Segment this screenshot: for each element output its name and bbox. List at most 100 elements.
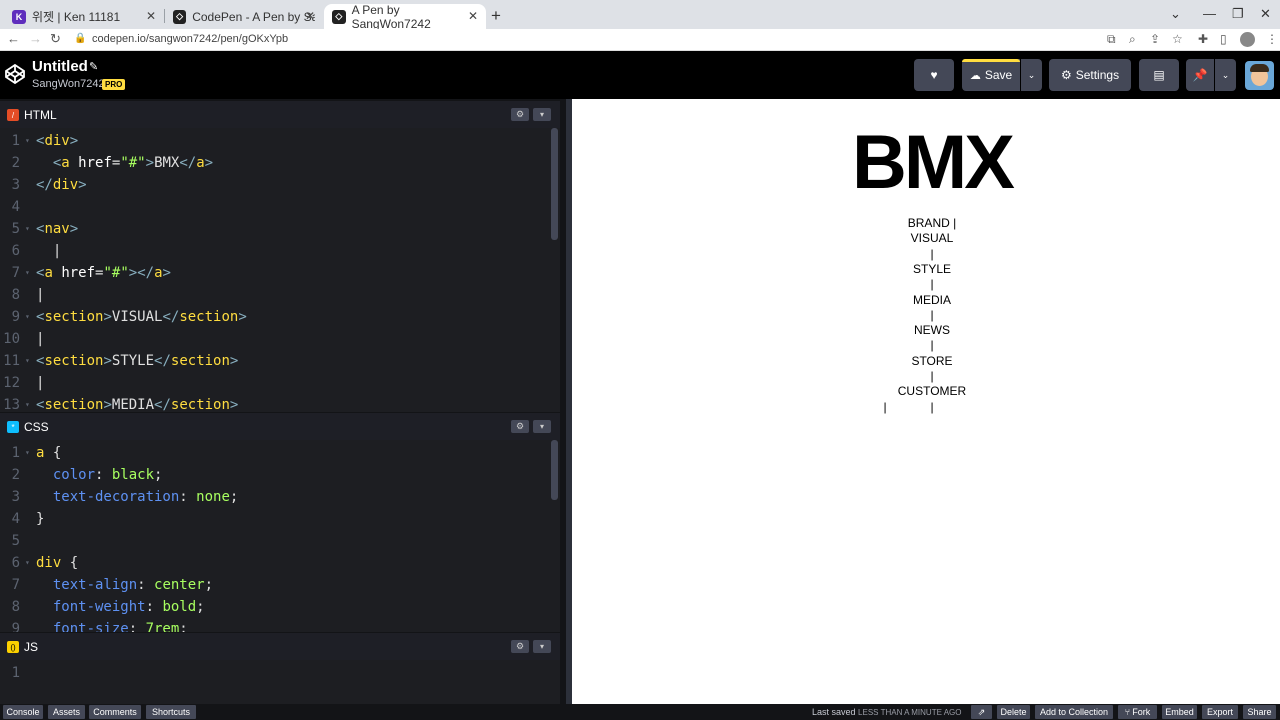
preview-nav-link[interactable]: CUSTOMER [572, 384, 1280, 398]
new-tab-button[interactable]: + [491, 6, 501, 26]
code-line[interactable]: 1 ▾ a { [0, 442, 548, 464]
back-icon[interactable]: ← [7, 31, 20, 46]
translate-icon[interactable]: ⧉ [1107, 32, 1116, 47]
edit-pencil-icon[interactable]: ✎ [89, 60, 98, 73]
zoom-icon[interactable]: ⌕ [1129, 32, 1136, 47]
tab-title: 위젯 | Ken 11181 [32, 10, 121, 24]
code-line[interactable]: 4 [0, 196, 548, 218]
export-button[interactable]: Export [1202, 705, 1238, 719]
add-to-collection-button[interactable]: Add to Collection [1035, 705, 1113, 719]
pen-title[interactable]: Untitled [32, 58, 88, 75]
restore-icon[interactable]: ❐ [1232, 6, 1244, 22]
save-button[interactable]: ☁ Save [962, 59, 1020, 91]
code-line[interactable]: 3 </div> [0, 174, 548, 196]
change-view-button[interactable]: ▤ [1139, 59, 1179, 91]
line-number: 7 [11, 577, 20, 593]
close-icon[interactable]: ✕ [305, 9, 315, 23]
code-line[interactable]: 8 font-weight: bold; [0, 596, 548, 618]
fold-arrow-icon[interactable]: ▾ [25, 130, 30, 152]
code-line[interactable]: 8 | [0, 284, 548, 306]
chevron-down-icon[interactable]: ▾ [533, 420, 551, 433]
delete-button[interactable]: Delete [997, 705, 1030, 719]
html-editor[interactable]: 1 ▾ <div> 2 <a href="#">BMX</a> 3 </div> 4 5 ▾ <n… [0, 128, 560, 412]
code-line[interactable]: 11 ▾ <section>STYLE</section> [0, 350, 548, 372]
editor-scrollbar[interactable] [551, 440, 558, 500]
minimize-icon[interactable]: — [1203, 6, 1216, 21]
code-line[interactable]: 13 ▾ <section>MEDIA</section> [0, 394, 548, 412]
preview-nav-link[interactable]: STYLE [572, 262, 1280, 276]
fold-arrow-icon[interactable]: ▾ [25, 394, 30, 412]
window-close-icon[interactable]: ✕ [1260, 6, 1271, 22]
tab-search-icon[interactable]: ⌄ [1170, 6, 1181, 22]
share-button[interactable]: Share [1243, 705, 1276, 719]
css-settings-gear-icon[interactable]: ⚙ [511, 420, 529, 433]
preview-nav-link[interactable]: MEDIA [572, 293, 1280, 307]
menu-icon[interactable]: ⋮ [1266, 32, 1278, 46]
code-line[interactable]: 5 [0, 530, 548, 552]
js-settings-gear-icon[interactable]: ⚙ [511, 640, 529, 653]
fold-arrow-icon[interactable]: ▾ [25, 306, 30, 328]
console-button[interactable]: Console [3, 705, 43, 719]
code-line[interactable]: 7 ▾ <a href="#"></a> [0, 262, 548, 284]
fold-arrow-icon[interactable]: ▾ [25, 262, 30, 284]
code-line[interactable]: 9 font-size: 7rem; [0, 618, 548, 632]
external-link-button[interactable]: ⇗ [971, 705, 992, 719]
code-line[interactable]: 5 ▾ <nav> [0, 218, 548, 240]
editor-scrollbar[interactable] [551, 128, 558, 240]
url-field[interactable]: codepen.io/sangwon7242/pen/gOKxYpb [92, 33, 288, 45]
fold-arrow-icon[interactable]: ▾ [25, 350, 30, 372]
pin-button[interactable]: 📌 [1186, 59, 1214, 91]
html-settings-gear-icon[interactable]: ⚙ [511, 108, 529, 121]
chevron-down-icon[interactable]: ▾ [533, 640, 551, 653]
preview-nav-link[interactable]: VISUAL [572, 231, 1280, 245]
code-line[interactable]: 4} [0, 508, 548, 530]
close-icon[interactable]: ✕ [146, 9, 156, 23]
pin-options-button[interactable]: ⌄ [1215, 59, 1236, 91]
comments-button[interactable]: Comments [89, 705, 141, 719]
user-avatar[interactable] [1245, 61, 1274, 90]
reload-icon[interactable]: ↻ [50, 31, 61, 47]
lock-icon[interactable]: 🔒 [74, 33, 86, 44]
code-line[interactable]: 3 text-decoration: none; [0, 486, 548, 508]
preview-heading[interactable]: BMX [572, 119, 1280, 206]
fold-arrow-icon[interactable]: ▾ [25, 442, 30, 464]
line-number: 12 [3, 375, 20, 391]
fold-arrow-icon[interactable]: ▾ [25, 552, 30, 574]
browser-tab-3[interactable]: ◇ A Pen by SangWon7242 ✕ [324, 3, 486, 31]
embed-button[interactable]: Embed [1162, 705, 1197, 719]
profile-avatar[interactable] [1240, 32, 1255, 47]
assets-button[interactable]: Assets [48, 705, 85, 719]
pen-author[interactable]: SangWon7242 [32, 78, 105, 90]
bookmark-star-icon[interactable]: ☆ [1172, 32, 1183, 46]
code-line[interactable]: 7 text-align: center; [0, 574, 548, 596]
css-editor[interactable]: 1 ▾ a {2 color: black; 3 text-decoration: n… [0, 440, 560, 632]
preview-nav-link[interactable]: STORE [572, 354, 1280, 368]
code-line[interactable]: 9 ▾ <section>VISUAL</section> [0, 306, 548, 328]
code-line[interactable]: 2 <a href="#">BMX</a> [0, 152, 548, 174]
forward-icon[interactable]: → [29, 31, 42, 46]
code-line[interactable]: 12 | [0, 372, 548, 394]
browser-tab-1[interactable]: K 위젯 | Ken 11181 ✕ [4, 4, 164, 29]
code-line[interactable]: 1 [0, 662, 548, 684]
side-panel-icon[interactable]: ▯ [1220, 32, 1227, 46]
preview-nav-link[interactable]: BRAND | [572, 216, 1280, 230]
fork-button[interactable]: ⑂ Fork [1118, 705, 1157, 719]
share-icon[interactable]: ⇪ [1150, 32, 1160, 46]
codepen-logo-icon[interactable] [4, 63, 26, 85]
preview-nav-link[interactable]: NEWS [572, 323, 1280, 337]
code-line[interactable]: 1 ▾ <div> [0, 130, 548, 152]
close-icon[interactable]: ✕ [468, 9, 478, 23]
js-editor[interactable]: 1 [0, 660, 560, 704]
code-line[interactable]: 10 | [0, 328, 548, 350]
save-options-button[interactable]: ⌄ [1021, 59, 1042, 91]
code-line[interactable]: 6 ▾ div { [0, 552, 548, 574]
chevron-down-icon[interactable]: ▾ [533, 108, 551, 121]
browser-tab-2[interactable]: ◇ CodePen - A Pen by SangWon7 ✕ [165, 4, 323, 29]
shortcuts-button[interactable]: Shortcuts [146, 705, 196, 719]
extensions-icon[interactable]: ✚ [1198, 32, 1208, 46]
code-line[interactable]: 2 color: black; [0, 464, 548, 486]
settings-button[interactable]: ⚙ Settings [1049, 59, 1131, 91]
fold-arrow-icon[interactable]: ▾ [25, 218, 30, 240]
heart-button[interactable]: ♥ [914, 59, 954, 91]
code-line[interactable]: 6 | [0, 240, 548, 262]
